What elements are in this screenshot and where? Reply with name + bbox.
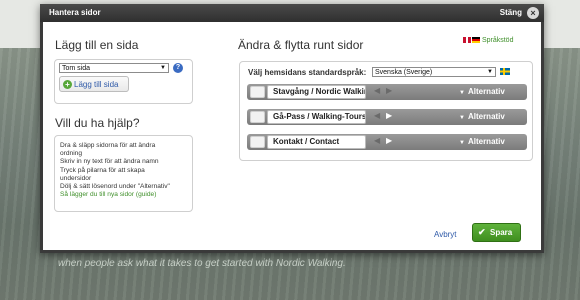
arrow-left-icon[interactable]: ◀: [374, 111, 380, 120]
chevron-down-icon: ▼: [487, 69, 493, 75]
close-icon[interactable]: ×: [527, 7, 539, 19]
help-heading: Vill du ha hjälp?: [55, 116, 140, 130]
edit-pages-heading: Ändra & flytta runt sidor: [238, 38, 364, 52]
flag-de-icon: [472, 37, 480, 44]
page-type-select[interactable]: Tom sida ▼: [59, 63, 169, 73]
help-text: Dra & släpp sidorna för att ändra ordnin…: [60, 142, 170, 199]
arrow-right-icon[interactable]: ▶: [386, 86, 392, 95]
add-page-heading: Lägg till en sida: [55, 38, 139, 52]
page-name-input[interactable]: Kontakt / Contact: [267, 135, 366, 149]
options-menu[interactable]: ▼ Alternativ: [459, 137, 505, 146]
arrow-left-icon[interactable]: ◀: [374, 86, 380, 95]
help-box: Dra & släpp sidorna för att ändra ordnin…: [54, 135, 193, 212]
help-line: Dölj & sätt lösenord under "Alternativ": [60, 183, 170, 191]
dialog-header: Hantera sidor Stäng ×: [40, 4, 544, 22]
options-menu[interactable]: ▼ Alternativ: [459, 87, 505, 96]
options-label: Alternativ: [467, 112, 505, 121]
drag-handle[interactable]: [250, 86, 265, 98]
drag-handle[interactable]: [250, 111, 265, 123]
options-label: Alternativ: [467, 137, 505, 146]
language-support-label: Språkstöd: [481, 37, 514, 44]
chevron-down-icon: ▼: [160, 65, 166, 71]
check-icon: ✔: [478, 227, 486, 237]
options-menu[interactable]: ▼ Alternativ: [459, 112, 505, 121]
flag-se-icon: [500, 68, 510, 75]
help-icon[interactable]: ?: [173, 63, 183, 73]
close-label[interactable]: Stäng: [500, 8, 522, 17]
help-line: Skriv in ny text för att ändra namn: [60, 158, 159, 166]
page-name-input[interactable]: Stavgång / Nordic Walkir: [267, 85, 366, 99]
edit-pages-box: Välj hemsidans standardspråk: Svenska (S…: [239, 61, 533, 161]
language-support-link[interactable]: Språkstöd: [463, 37, 513, 44]
arrow-left-icon[interactable]: ◀: [374, 136, 380, 145]
default-language-label: Välj hemsidans standardspråk:: [248, 68, 367, 77]
plus-icon: +: [63, 80, 72, 89]
background-caption: when people ask what it takes to get sta…: [58, 258, 346, 269]
help-line: undersidor: [60, 174, 92, 182]
page-row[interactable]: Gå-Pass / Walking-Tours ◀ ▶ ▼ Alternativ: [247, 109, 527, 125]
manage-pages-dialog: Hantera sidor Stäng × Lägg till en sida …: [40, 4, 544, 253]
page-name-input[interactable]: Gå-Pass / Walking-Tours: [267, 110, 366, 124]
cancel-button[interactable]: Avbryt: [434, 230, 457, 239]
help-line: Tryck på pilarna för att skapa: [60, 166, 145, 174]
page-row[interactable]: Kontakt / Contact ◀ ▶ ▼ Alternativ: [247, 134, 527, 150]
save-button-label: Spara: [490, 228, 513, 237]
page-row[interactable]: Stavgång / Nordic Walkir ◀ ▶ ▼ Alternativ: [247, 84, 527, 100]
drag-handle[interactable]: [250, 136, 265, 148]
help-line: Dra & släpp sidorna för att ändra: [60, 142, 156, 149]
options-label: Alternativ: [467, 87, 505, 96]
caret-down-icon: ▼: [459, 140, 465, 146]
guide-link[interactable]: Så lägger du till nya sidor (guide): [60, 191, 170, 199]
flag-uk-icon: [463, 37, 471, 44]
dialog-title: Hantera sidor: [49, 8, 101, 17]
add-page-button[interactable]: + Lägg till sida: [59, 76, 129, 92]
default-language-value: Svenska (Sverige): [375, 69, 433, 76]
default-language-select[interactable]: Svenska (Sverige) ▼: [372, 67, 496, 77]
arrow-right-icon[interactable]: ▶: [386, 136, 392, 145]
caret-down-icon: ▼: [459, 90, 465, 96]
caret-down-icon: ▼: [459, 115, 465, 121]
add-page-box: Tom sida ▼ ? + Lägg till sida: [54, 59, 193, 104]
help-line: ordning: [60, 150, 82, 158]
save-button[interactable]: ✔ Spara: [472, 223, 521, 242]
arrow-right-icon[interactable]: ▶: [386, 111, 392, 120]
page-type-value: Tom sida: [62, 65, 91, 72]
add-page-button-label: Lägg till sida: [74, 80, 119, 89]
